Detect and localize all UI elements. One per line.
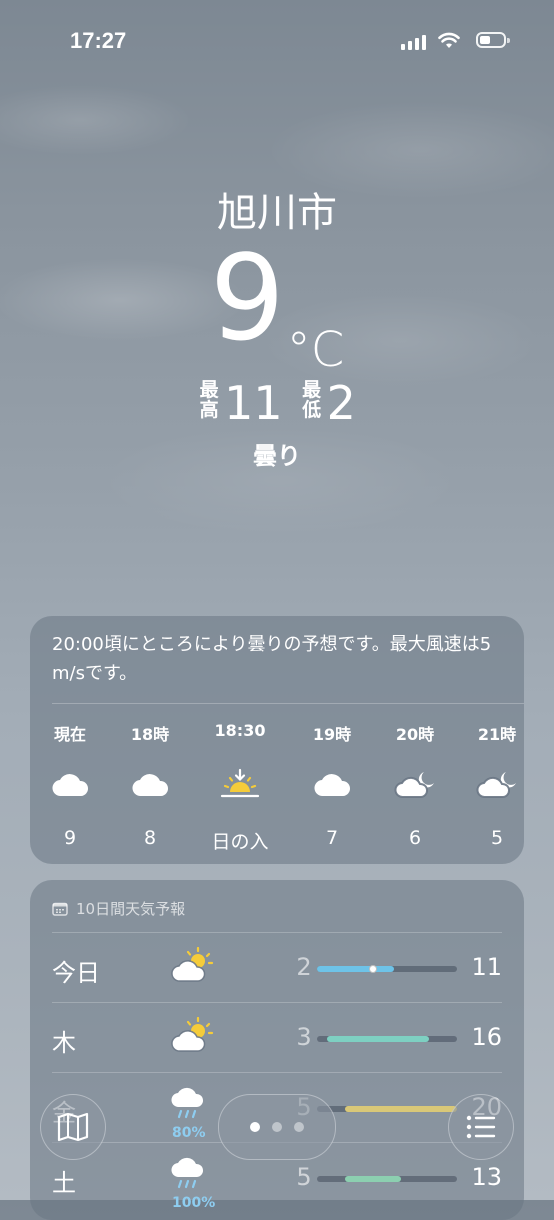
page-indicator[interactable]: [218, 1094, 336, 1160]
hour-label: 20時: [395, 725, 435, 744]
forecast-summary: 20:00頃にところにより曇りの予想です。最大風速は5 m/sです。: [52, 634, 492, 684]
cloud-sun-icon: [170, 946, 220, 987]
condition-text: 曇り: [253, 442, 301, 470]
hour-item: 19時 7: [292, 721, 372, 849]
wifi-icon: [438, 32, 460, 48]
range-fill: [326, 1036, 429, 1042]
temperature-range-bar: [317, 965, 457, 973]
calendar-icon: [52, 902, 68, 916]
range-fill: [317, 966, 394, 972]
hour-value: 5: [490, 827, 504, 849]
rain-icon: [170, 1087, 220, 1127]
high-label: 最高: [199, 379, 219, 421]
hour-label: 18:30: [214, 721, 266, 740]
page-dot-location-icon[interactable]: [250, 1122, 260, 1132]
low-temp: 2: [326, 376, 356, 430]
map-button[interactable]: [40, 1094, 106, 1160]
day-label: 木: [52, 1029, 76, 1057]
temperature-range-bar: [317, 1036, 457, 1042]
page-dot[interactable]: [294, 1122, 304, 1132]
hour-label: 18時: [130, 725, 170, 744]
cloud-moon-icon: [375, 765, 455, 805]
high-temp: 16: [471, 1023, 502, 1051]
day-label: 土: [52, 1169, 76, 1197]
status-bar: 17:27: [0, 28, 554, 58]
day-label: 今日: [52, 959, 100, 987]
hour-label: 19時: [312, 725, 352, 744]
city-list-button[interactable]: [448, 1094, 514, 1160]
range-fill: [345, 1106, 457, 1112]
low-label: 最低: [302, 379, 322, 421]
temperature-range-bar: [317, 1106, 457, 1112]
forecast-row[interactable]: 今日 2 11: [52, 932, 502, 1003]
range-fill: [345, 1176, 401, 1182]
cloud-icon: [30, 765, 110, 805]
precip-chance: 80%: [172, 1125, 206, 1141]
hour-item: 18時 8: [110, 721, 190, 849]
sunset-icon: [200, 765, 280, 805]
hour-value: 6: [408, 827, 422, 849]
hourly-forecast-card[interactable]: 20:00頃にところにより曇りの予想です。最大風速は5 m/sです。 現在 9 18…: [30, 616, 524, 864]
divider: [52, 703, 524, 704]
rain-icon: [170, 1157, 220, 1197]
cloud-sun-icon: [170, 1016, 220, 1057]
temperature-unit: °C: [286, 322, 345, 378]
temperature-value: 9: [209, 229, 285, 367]
high-temp: 11: [224, 376, 283, 430]
hour-item: 20時 6: [375, 721, 455, 849]
hour-item: 現在 9: [30, 721, 110, 849]
forecast-row[interactable]: 木 3 16: [52, 1002, 502, 1073]
map-icon: [57, 1112, 89, 1142]
cloud-icon: [110, 765, 190, 805]
battery-icon: [476, 32, 510, 48]
high-low: 最高 11 最低 2: [0, 376, 554, 430]
hour-value: 8: [143, 827, 157, 849]
ten-day-title: 10日間天気予報: [76, 900, 186, 918]
current-temperature: 9 °C: [0, 238, 554, 378]
hour-value: 日の入: [211, 831, 269, 853]
temperature-range-bar: [317, 1176, 457, 1182]
ten-day-header: 10日間天気予報: [52, 898, 185, 919]
hour-label: 現在: [53, 725, 86, 744]
hour-item: 21時 5: [457, 721, 537, 849]
cellular-signal-icon: [401, 34, 426, 50]
cloud-icon: [292, 765, 372, 805]
hour-item: 18:30 日の入: [200, 721, 280, 854]
page-dot[interactable]: [272, 1122, 282, 1132]
cloud-moon-icon: [457, 765, 537, 805]
ten-day-forecast-card[interactable]: 10日間天気予報 今日211木316金52080%土513100%: [30, 880, 524, 1220]
precip-chance: 100%: [172, 1195, 216, 1211]
hour-label: 21時: [477, 725, 517, 744]
high-temp: 13: [471, 1163, 502, 1191]
hour-value: 9: [63, 827, 77, 849]
status-time: 17:27: [70, 28, 127, 53]
high-temp: 11: [471, 953, 502, 981]
hour-value: 7: [325, 827, 339, 849]
current-temp-dot: [369, 965, 377, 973]
list-icon: [466, 1115, 496, 1139]
